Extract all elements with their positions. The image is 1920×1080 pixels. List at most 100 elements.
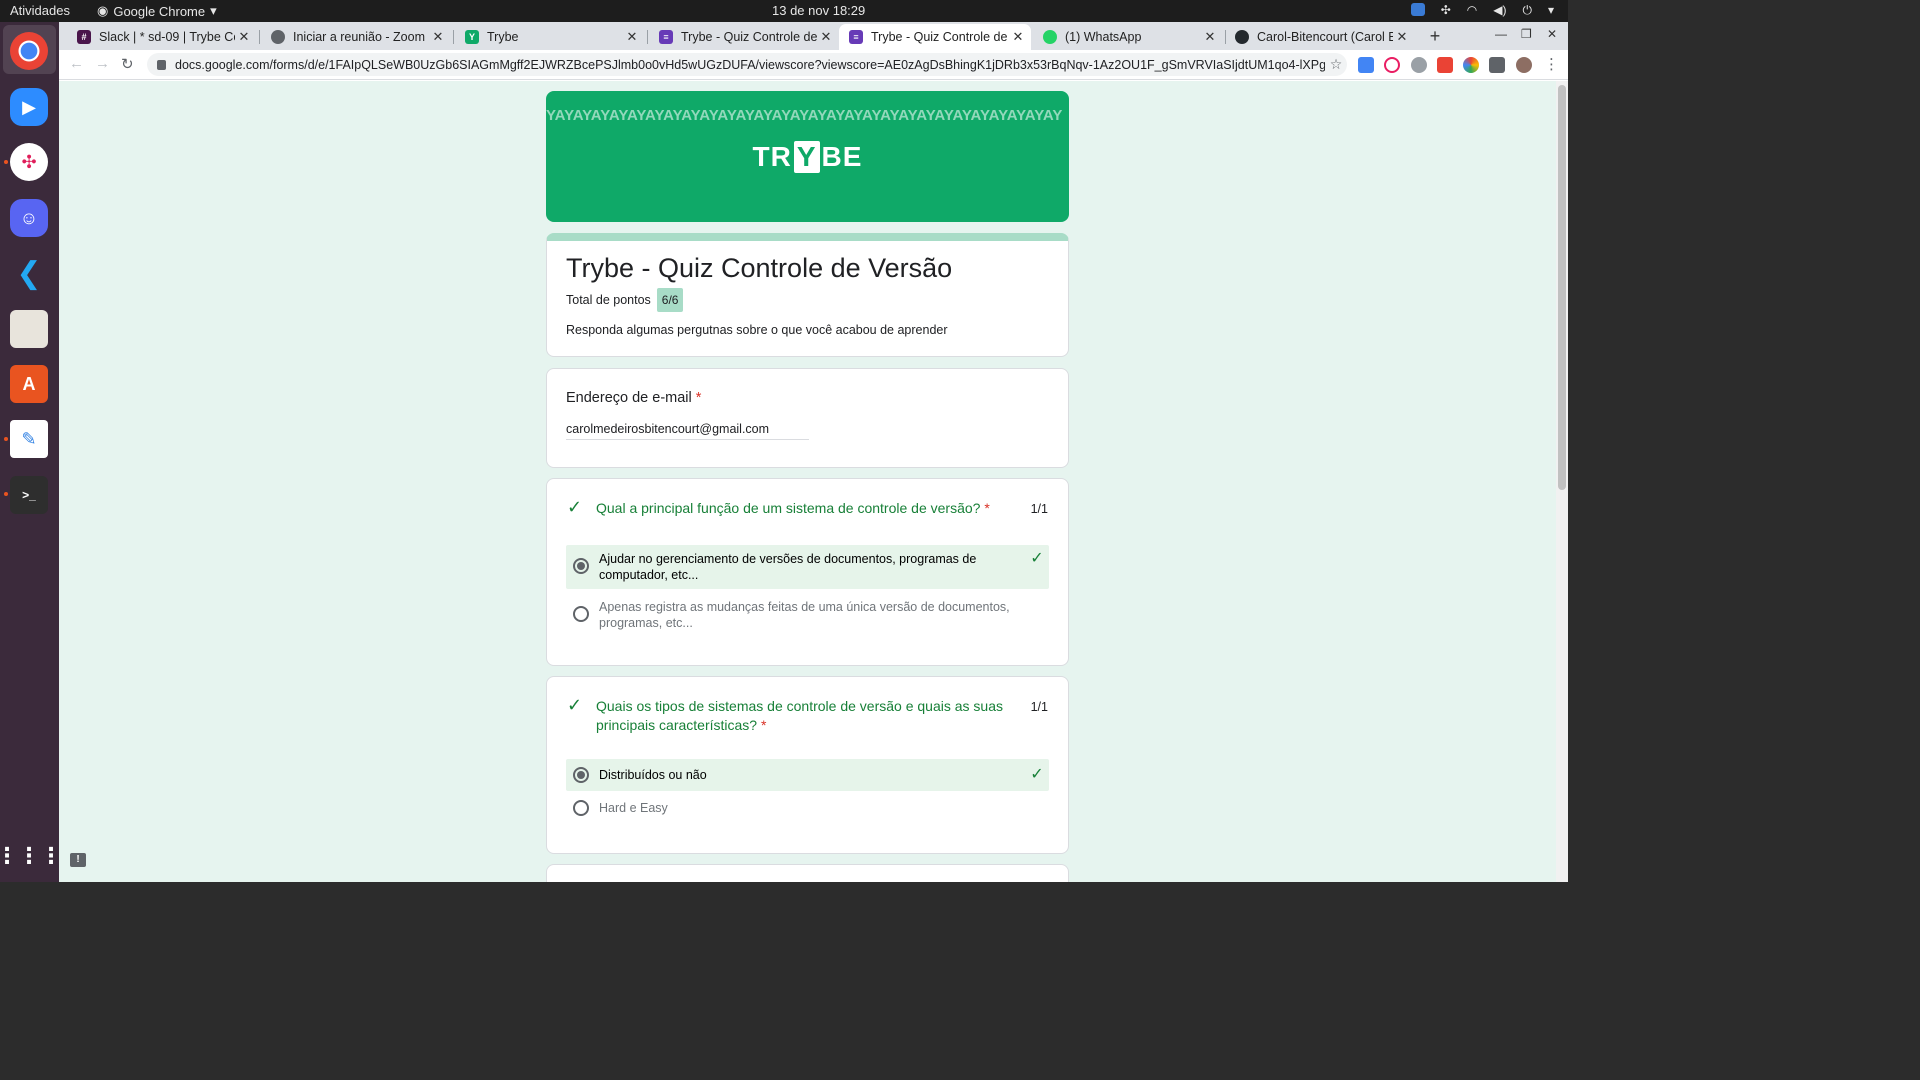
question-card: [546, 864, 1069, 882]
close-icon[interactable]: ✕: [1393, 29, 1411, 45]
form-description: Responda algumas pergutnas sobre o que v…: [566, 323, 948, 337]
browser-window: # Slack | * sd-09 | Trybe Cou ✕ Iniciar …: [59, 22, 1568, 882]
reload-button[interactable]: ↻: [121, 55, 134, 73]
tab-whatsapp[interactable]: (1) WhatsApp ✕: [1033, 24, 1223, 50]
tab-separator: [647, 30, 648, 44]
app-menu-label: Google Chrome: [113, 3, 206, 19]
maximize-button[interactable]: ❐: [1521, 27, 1532, 41]
chevron-down-icon[interactable]: ▾: [1548, 3, 1554, 18]
option-text: Ajudar no gerenciamento de versões de do…: [599, 552, 977, 582]
tab-title: Carol-Bitencourt (Carol B: [1257, 30, 1393, 44]
new-tab-button[interactable]: +: [1424, 26, 1446, 48]
close-icon[interactable]: ✕: [1009, 29, 1027, 45]
extension-icon[interactable]: [1411, 57, 1427, 73]
discord-icon[interactable]: ☺: [10, 199, 48, 237]
page-title: Trybe - Quiz Controle de Versão: [566, 253, 953, 283]
logo-text-right: BE: [821, 141, 863, 172]
zoom-icon[interactable]: ▶: [10, 88, 48, 126]
app-grid-icon[interactable]: ⋮⋮⋮: [0, 837, 62, 875]
answer-option-correct: Distribuídos ou não ✓: [566, 759, 1049, 791]
tab-quiz-1[interactable]: ≡ Trybe - Quiz Controle de V ✕: [649, 24, 839, 50]
slack-tray-icon[interactable]: ✣: [1441, 3, 1451, 18]
question-title-text: Qual a principal função de um sistema de…: [596, 500, 981, 516]
form-header-banner: YAYAYAYAYAYAYAYAYAYAYAYAYAYAYAYAYAYAYAYA…: [546, 91, 1069, 222]
radio-unselected: [573, 800, 589, 816]
trybe-favicon-icon: Y: [465, 30, 479, 44]
clock[interactable]: 13 de nov 18:29: [772, 3, 865, 18]
points-label: Total de pontos: [566, 293, 651, 307]
software-icon[interactable]: A: [10, 365, 48, 403]
forward-button[interactable]: →: [95, 55, 110, 72]
tab-title: Trybe - Quiz Controle de V: [681, 30, 817, 44]
kebab-menu-icon[interactable]: ⋮: [1544, 55, 1559, 73]
slack-icon[interactable]: ✣: [10, 143, 48, 181]
check-icon: ✓: [567, 497, 583, 517]
logo-text-left: TR: [752, 141, 792, 172]
answer-option-correct: Ajudar no gerenciamento de versões de do…: [566, 545, 1049, 589]
dock: ▶ ✣ ☺ ❮ A ✎ >_ ⋮⋮⋮: [0, 22, 62, 882]
email-label: Endereço de e-mail *: [566, 390, 701, 406]
system-top-bar: Atividades ◉ Google Chrome ▾ 13 de nov 1…: [0, 0, 1568, 22]
answer-option: Hard e Easy: [566, 797, 1049, 819]
system-tray[interactable]: ✣ ◠ ◀) ⏻ ▾: [1410, 3, 1554, 18]
required-mark: *: [695, 390, 702, 406]
text-editor-icon[interactable]: ✎: [10, 420, 48, 458]
tab-trybe[interactable]: Y Trybe ✕: [455, 24, 645, 50]
check-icon: ✓: [567, 695, 583, 715]
tab-separator: [259, 30, 260, 44]
close-icon[interactable]: ✕: [623, 29, 641, 45]
volume-icon[interactable]: ◀): [1493, 3, 1506, 18]
question-card: ✓ Qual a principal função de um sistema …: [546, 478, 1069, 666]
terminal-icon[interactable]: >_: [10, 476, 48, 514]
tab-quiz-active[interactable]: ≡ Trybe - Quiz Controle de V ✕: [839, 24, 1031, 50]
question-score: 1/1: [1030, 700, 1048, 714]
whatsapp-favicon-icon: [1043, 30, 1057, 44]
radio-selected: [573, 558, 589, 574]
chrome-small-icon: ◉: [97, 3, 109, 18]
cloud-extension-icon[interactable]: [1384, 57, 1400, 73]
app-menu[interactable]: ◉ Google Chrome ▾: [97, 3, 217, 19]
tab-slack[interactable]: # Slack | * sd-09 | Trybe Cou ✕: [67, 24, 257, 50]
power-icon[interactable]: ⏻: [1522, 3, 1532, 18]
vscode-icon[interactable]: ❮: [10, 254, 48, 292]
question-card: ✓ Quais os tipos de sistemas de controle…: [546, 676, 1069, 854]
tab-zoom[interactable]: Iniciar a reunião - Zoom ✕: [261, 24, 451, 50]
close-icon[interactable]: ✕: [1201, 29, 1219, 45]
close-window-button[interactable]: ✕: [1547, 27, 1557, 41]
question-title-text: Quais os tipos de sistemas de controle d…: [596, 698, 1003, 733]
required-mark: *: [984, 500, 990, 516]
puzzle-icon[interactable]: [1489, 57, 1505, 73]
lock-icon[interactable]: [157, 59, 166, 70]
files-icon[interactable]: [10, 310, 48, 348]
slack-favicon-icon: #: [77, 30, 91, 44]
minimize-button[interactable]: —: [1495, 27, 1507, 41]
activities-button[interactable]: Atividades: [10, 3, 70, 18]
scrollbar-thumb[interactable]: [1558, 85, 1566, 490]
wifi-icon[interactable]: ◠: [1467, 3, 1477, 18]
email-card: Endereço de e-mail * carolmedeirosbitenc…: [546, 368, 1069, 468]
avatar[interactable]: [1516, 57, 1532, 73]
email-field: carolmedeirosbitencourt@gmail.com: [566, 422, 809, 440]
form-title-card: Trybe - Quiz Controle de Versão Total de…: [546, 233, 1069, 357]
page-scrollbar[interactable]: [1556, 81, 1568, 882]
bookmark-star-icon[interactable]: ☆: [1325, 56, 1347, 73]
address-bar[interactable]: docs.google.com/forms/d/e/1FAIpQLSeWB0Uz…: [147, 53, 1347, 76]
translate-extension-icon[interactable]: [1358, 57, 1374, 73]
close-icon[interactable]: ✕: [235, 29, 253, 45]
tab-separator: [453, 30, 454, 44]
feedback-icon[interactable]: !: [70, 853, 86, 867]
globe-favicon-icon: [271, 30, 285, 44]
question-score: 1/1: [1030, 502, 1048, 516]
alert-extension-icon[interactable]: [1437, 57, 1453, 73]
running-indicator: [4, 160, 8, 164]
color-extension-icon[interactable]: [1463, 57, 1479, 73]
forms-favicon-icon: ≡: [659, 30, 673, 44]
running-indicator: [4, 437, 8, 441]
chrome-icon[interactable]: [10, 32, 48, 70]
required-mark: *: [760, 717, 767, 733]
zoom-tray-icon[interactable]: [1410, 3, 1425, 16]
tab-github[interactable]: Carol-Bitencourt (Carol B ✕: [1225, 24, 1415, 50]
close-icon[interactable]: ✕: [429, 29, 447, 45]
back-button[interactable]: ←: [69, 55, 84, 72]
close-icon[interactable]: ✕: [817, 29, 835, 45]
